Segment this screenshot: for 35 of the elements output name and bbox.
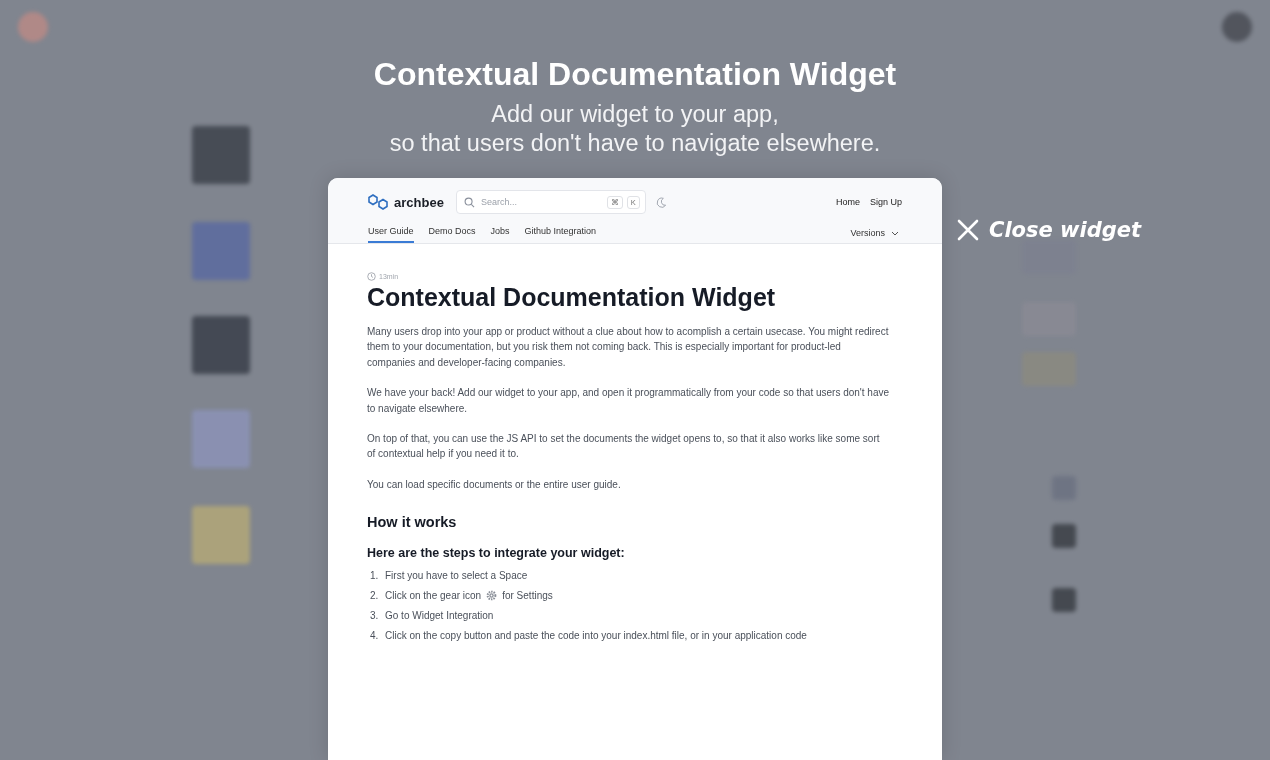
gear-icon [486, 590, 498, 602]
step-text: First you have to select a Space [385, 569, 528, 584]
subheading: Here are the steps to integrate your widget: [367, 546, 626, 561]
paragraph: You can load specific documents or the entire user guide. [367, 477, 622, 492]
paragraph: We have your back! Add our widget to your app, and open it programmatically from your code so that users don't have to navigate elsewhere. [367, 386, 889, 416]
tab[interactable]: Jobs [490, 224, 510, 243]
step-number: 2. [370, 589, 380, 604]
search-icon [463, 196, 475, 208]
versions-dropdown[interactable]: Versions [850, 228, 902, 243]
step-text: Go to Widget Integration [385, 609, 494, 624]
step-number: 1. [370, 569, 380, 584]
nav-link[interactable]: Sign Up [869, 197, 902, 207]
subtitle: Add our widget to your app, so that users don't have to navigate elsewhere. [389, 100, 881, 158]
step-text: for Settings [502, 589, 553, 604]
close-widget-button[interactable]: Close widget [957, 218, 1142, 242]
step-text: Click on the gear icon [385, 589, 482, 604]
tab[interactable]: Github Integration [524, 224, 597, 243]
section-heading: How it works [367, 514, 458, 531]
step-number: 4. [370, 629, 380, 644]
paragraph: Many users drop into your app or product without a clue about how to acomplish a certain usecase. You might redirect them to your documentation, but you risk them not coming back. This is especially important for product-led companies and developer-facing companies. [367, 325, 889, 370]
tab[interactable]: User Guide [368, 224, 414, 243]
article-title: Contextual Documentation Widget [367, 282, 777, 313]
paragraph: On top of that, you can use the JS API to set the documents the widget opens to, so that it also works like some sort of contextual help if you need it to. [367, 432, 881, 462]
search-input[interactable]: Search... [478, 196, 603, 208]
clock-icon [367, 272, 376, 281]
nav-link[interactable]: Home [835, 197, 860, 207]
logo-icon [368, 194, 388, 210]
headline: Contextual Documentation Widget [373, 55, 897, 94]
tab[interactable]: Demo Docs [428, 224, 476, 243]
logo-text: archbee [394, 194, 444, 210]
close-icon [957, 219, 979, 241]
step-number: 3. [370, 609, 380, 624]
chevron-down-icon [891, 230, 899, 236]
step-text: Click on the copy button and paste the code into your index.html file, or in your application code [385, 629, 807, 644]
moon-icon[interactable] [655, 196, 667, 208]
